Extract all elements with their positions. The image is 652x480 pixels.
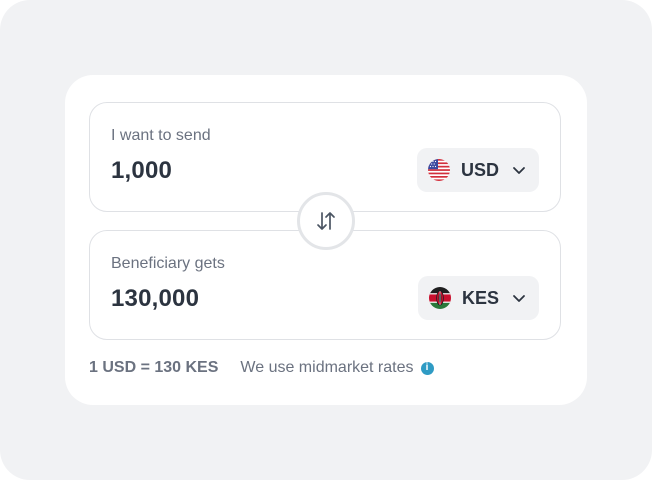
midmarket-note: We use midmarket rates	[240, 359, 414, 376]
send-amount-input[interactable]: 1,000	[111, 157, 172, 185]
chevron-down-icon	[513, 295, 525, 302]
send-currency-code: USD	[460, 159, 499, 180]
exchange-rate-text: 1 USD = 130 KES	[89, 359, 219, 376]
page-background: I want to send 1,000 USD Beneficiary get…	[0, 0, 652, 480]
receive-currency-select[interactable]: KES	[417, 276, 539, 320]
send-label: I want to send	[111, 127, 211, 144]
swap-currencies-button[interactable]	[297, 192, 355, 250]
rate-footer: 1 USD = 130 KES We use midmarket rates i	[89, 359, 434, 377]
converter-card: I want to send 1,000 USD Beneficiary get…	[65, 75, 587, 405]
receive-label: Beneficiary gets	[111, 255, 225, 272]
receive-currency-code: KES	[461, 287, 499, 308]
info-icon[interactable]: i	[420, 361, 434, 375]
receive-amount-input[interactable]: 130,000	[111, 285, 199, 313]
us-flag-icon	[427, 159, 450, 181]
kenya-flag-icon	[428, 287, 451, 309]
swap-vertical-arrows-icon	[317, 212, 335, 230]
send-currency-select[interactable]: USD	[416, 148, 539, 192]
chevron-down-icon	[513, 167, 525, 174]
